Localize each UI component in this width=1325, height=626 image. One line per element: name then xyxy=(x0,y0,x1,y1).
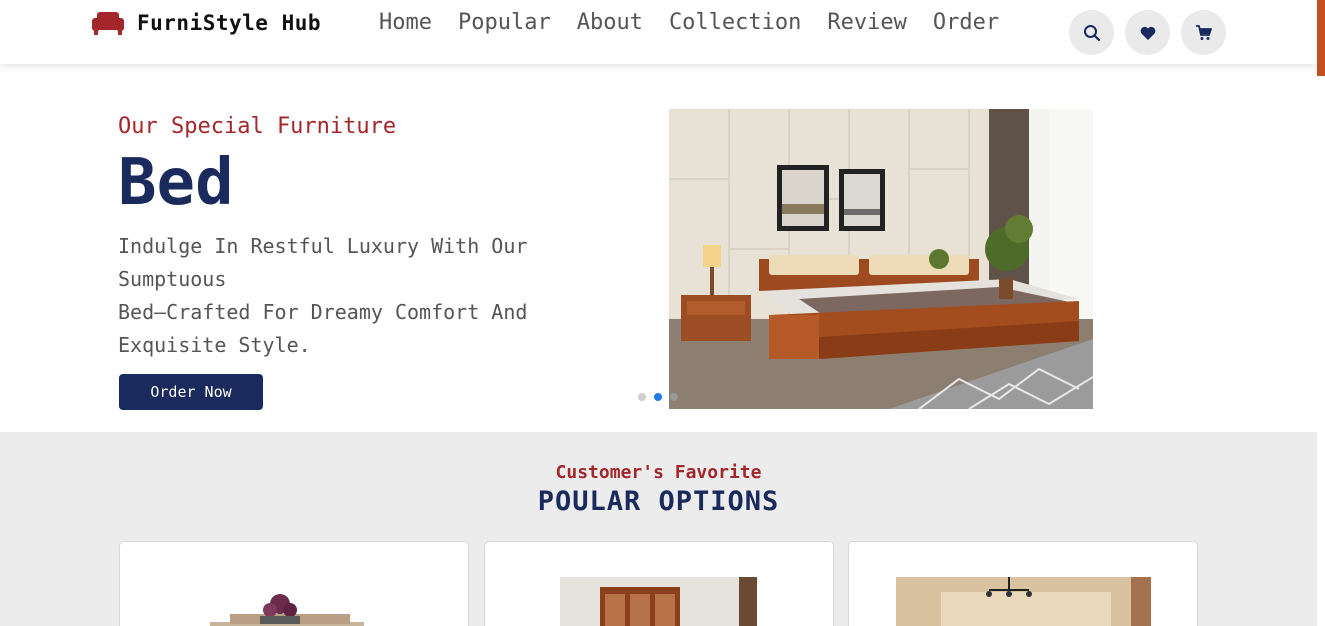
product-card[interactable] xyxy=(119,541,469,626)
sofa-icon xyxy=(92,12,124,35)
nav-about[interactable]: About xyxy=(577,10,643,35)
hero-subtitle: Our Special Furniture xyxy=(118,114,397,139)
nav-review[interactable]: Review xyxy=(827,10,906,35)
product-image-living-room xyxy=(896,577,1151,626)
hero-description-line2: Bed—Crafted For Dreamy Comfort And Exqui… xyxy=(118,300,528,357)
product-image-cabinet xyxy=(560,577,757,626)
hero-bed-image xyxy=(669,109,1093,409)
nav-popular[interactable]: Popular xyxy=(458,10,551,35)
product-card[interactable] xyxy=(848,541,1198,626)
heart-icon xyxy=(1140,26,1155,40)
brand-name: FurniStyle Hub xyxy=(137,11,322,35)
page-scroll-indicator xyxy=(1317,0,1325,76)
hero-section: Our Special Furniture Bed Indulge In Res… xyxy=(0,64,1317,432)
cart-button[interactable] xyxy=(1181,10,1226,55)
cart-icon xyxy=(1195,24,1212,40)
product-card[interactable] xyxy=(484,541,834,626)
product-image-table xyxy=(210,594,364,626)
wishlist-button[interactable] xyxy=(1125,10,1170,55)
nav-collection[interactable]: Collection xyxy=(669,10,801,35)
search-icon xyxy=(1083,24,1100,41)
nav-home[interactable]: Home xyxy=(379,10,432,35)
popular-section: Customer's Favorite POULAR OPTIONS xyxy=(0,432,1317,626)
header-actions xyxy=(1069,10,1226,55)
hero-title: Bed xyxy=(118,146,234,220)
main-nav: Home Popular About Collection Review Ord… xyxy=(379,10,999,35)
order-now-button[interactable]: Order Now xyxy=(119,374,263,410)
site-header: FurniStyle Hub Home Popular About Collec… xyxy=(0,0,1317,64)
carousel-dot-1[interactable] xyxy=(638,393,646,401)
carousel-dot-2[interactable] xyxy=(654,393,662,401)
search-button[interactable] xyxy=(1069,10,1114,55)
hero-description-line1: Indulge In Restful Luxury With Our Sumpt… xyxy=(118,234,528,291)
carousel-dot-3[interactable] xyxy=(670,393,678,401)
carousel-dots xyxy=(638,393,678,401)
nav-order[interactable]: Order xyxy=(933,10,999,35)
popular-title: POULAR OPTIONS xyxy=(537,486,780,517)
brand-logo[interactable]: FurniStyle Hub xyxy=(91,10,321,36)
popular-subtitle: Customer's Favorite xyxy=(555,462,762,483)
hero-description: Indulge In Restful Luxury With Our Sumpt… xyxy=(118,230,558,362)
bedroom-illustration xyxy=(669,109,1093,409)
